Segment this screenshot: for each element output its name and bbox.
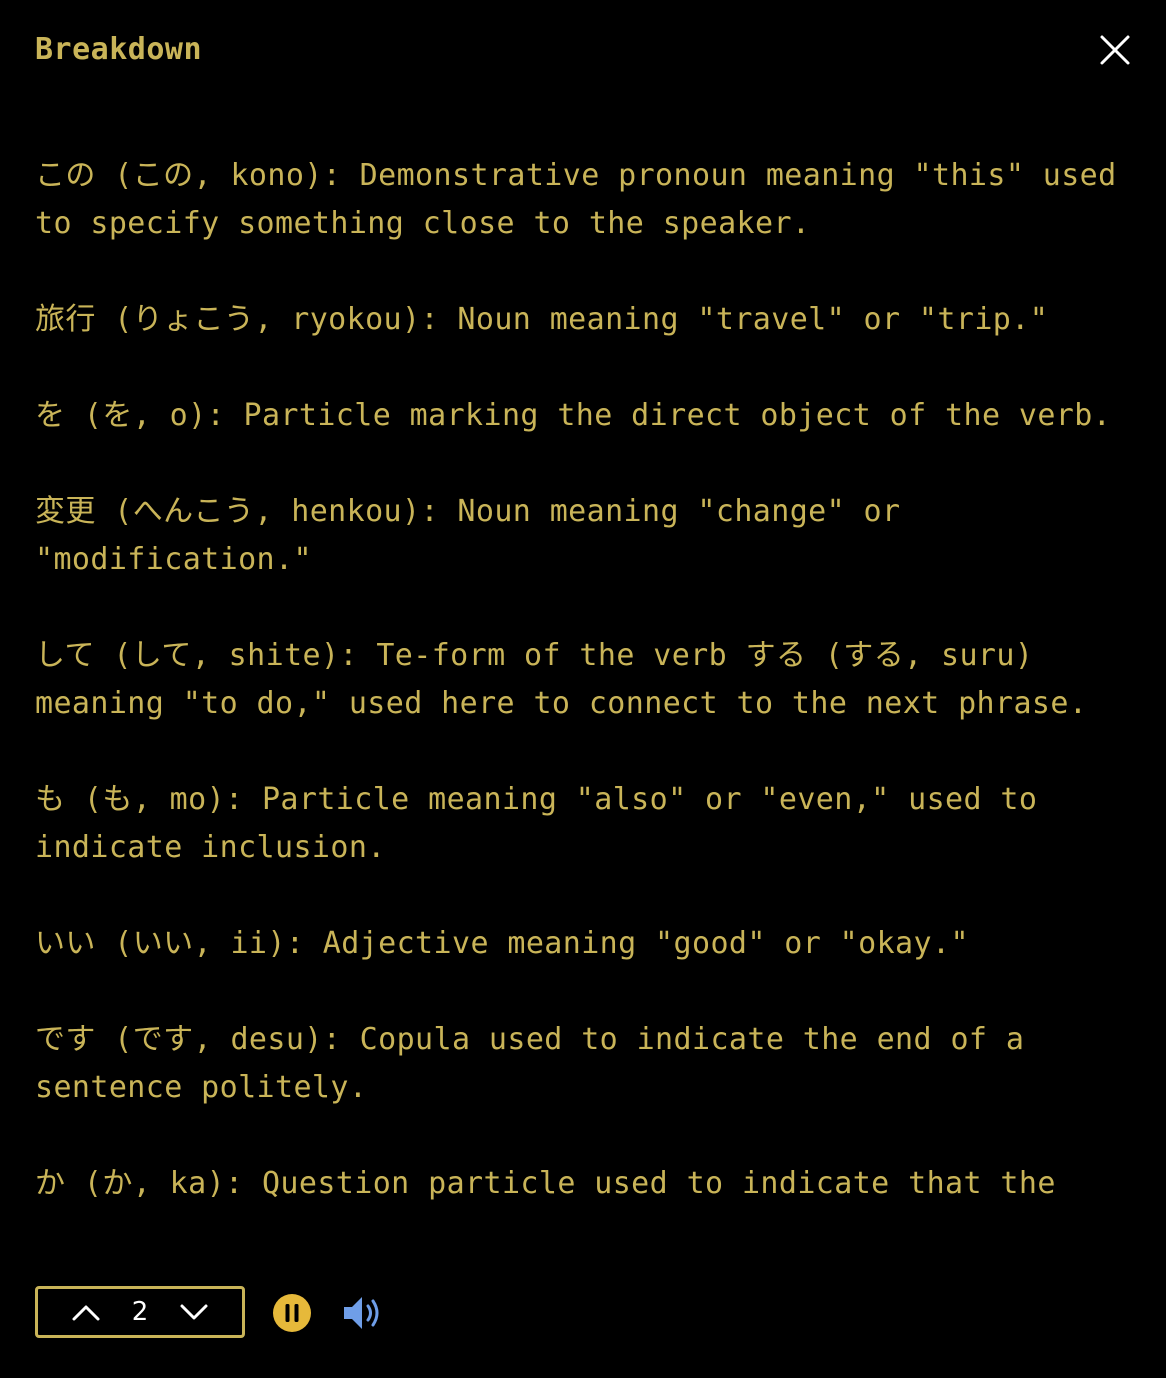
chevron-up-icon [72,1305,100,1321]
step-down-button[interactable] [176,1295,212,1329]
breakdown-entry: か (か, ka): Question particle used to ind… [35,1166,1056,1201]
breakdown-entry: を (を, o): Particle marking the direct ob… [35,398,1112,433]
pause-button[interactable] [272,1293,312,1333]
breakdown-entry: いい (いい, ii): Adjective meaning "good" or… [35,926,969,961]
stepper-value: 2 [131,1297,149,1327]
breakdown-entry: 旅行 (りょこう, ryokou): Noun meaning "travel"… [35,302,1049,337]
breakdown-entry: です (です, desu): Copula used to indicate t… [35,1022,1025,1105]
close-button[interactable] [1095,30,1135,70]
breakdown-entry: 変更 (へんこう, henkou): Noun meaning "change"… [35,494,901,577]
breakdown-content[interactable]: この (この, kono): Demonstrative pronoun mea… [35,152,1145,1246]
step-up-button[interactable] [68,1295,104,1329]
breakdown-entry: して (して, shite): Te-form of the verb する (… [35,638,1088,721]
page-title: Breakdown [35,32,203,67]
speaker-icon [344,1297,379,1329]
sentence-stepper: 2 [35,1286,245,1338]
breakdown-entry: も (も, mo): Particle meaning "also" or "e… [35,782,1038,865]
header: Breakdown [35,28,1131,76]
speaker-button[interactable] [341,1292,389,1334]
pause-icon [273,1294,311,1332]
breakdown-entry: この (この, kono): Demonstrative pronoun mea… [35,158,1117,241]
close-icon [1100,35,1130,65]
playback-controls: 2 [35,1286,435,1338]
chevron-down-icon [180,1304,208,1320]
